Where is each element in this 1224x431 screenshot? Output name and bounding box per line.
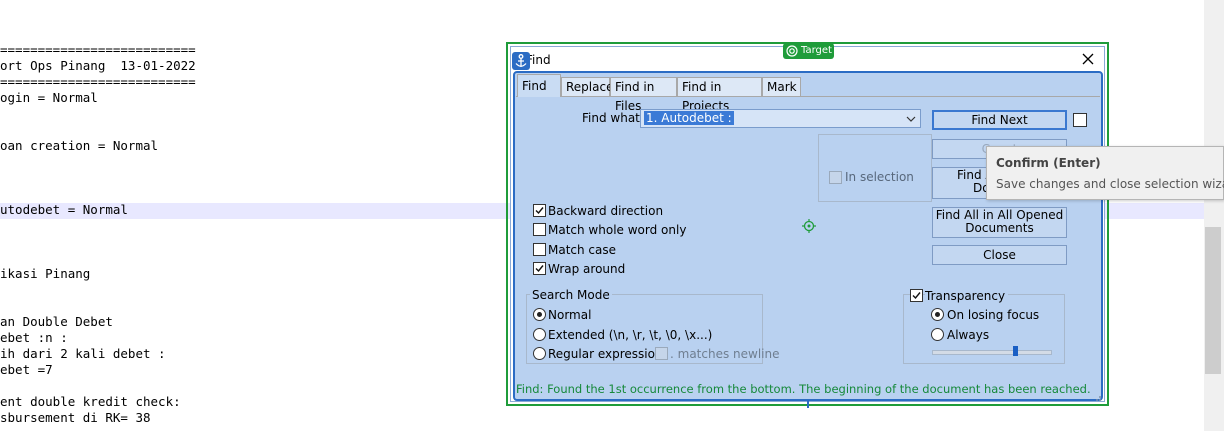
editor-line: oan creation = Normal <box>0 138 159 153</box>
target-icon <box>786 45 798 57</box>
target-label: Target <box>801 45 832 56</box>
editor-line: ebet =7 <box>0 362 53 377</box>
editor-line: sbursement di RK= 38 <box>0 410 151 425</box>
editor-line: ikasi Pinang <box>0 266 91 281</box>
editor-line: ent double kredit check: <box>0 394 181 409</box>
target-badge: Target <box>783 43 834 59</box>
scrollbar-thumb[interactable] <box>1205 227 1221 374</box>
editor-line: ========================== <box>0 42 196 57</box>
target-connector <box>807 400 809 408</box>
editor-line: ort Ops Pinang 13-01-2022 <box>0 58 196 73</box>
tooltip-title: Confirm (Enter) <box>996 156 1101 170</box>
confirm-tooltip <box>986 146 1224 200</box>
editor-line: ih dari 2 kali debet : <box>0 346 166 361</box>
editor-line: utodebet = Normal <box>0 202 128 217</box>
crosshair-icon[interactable] <box>802 219 816 233</box>
editor-line: ogin = Normal <box>0 90 98 105</box>
tooltip-text: Save changes and close selection wizard. <box>996 177 1224 191</box>
editor-line: ebet :n : <box>0 330 68 345</box>
editor-line: ========================== <box>0 74 196 89</box>
editor-line: an Double Debet <box>0 314 113 329</box>
